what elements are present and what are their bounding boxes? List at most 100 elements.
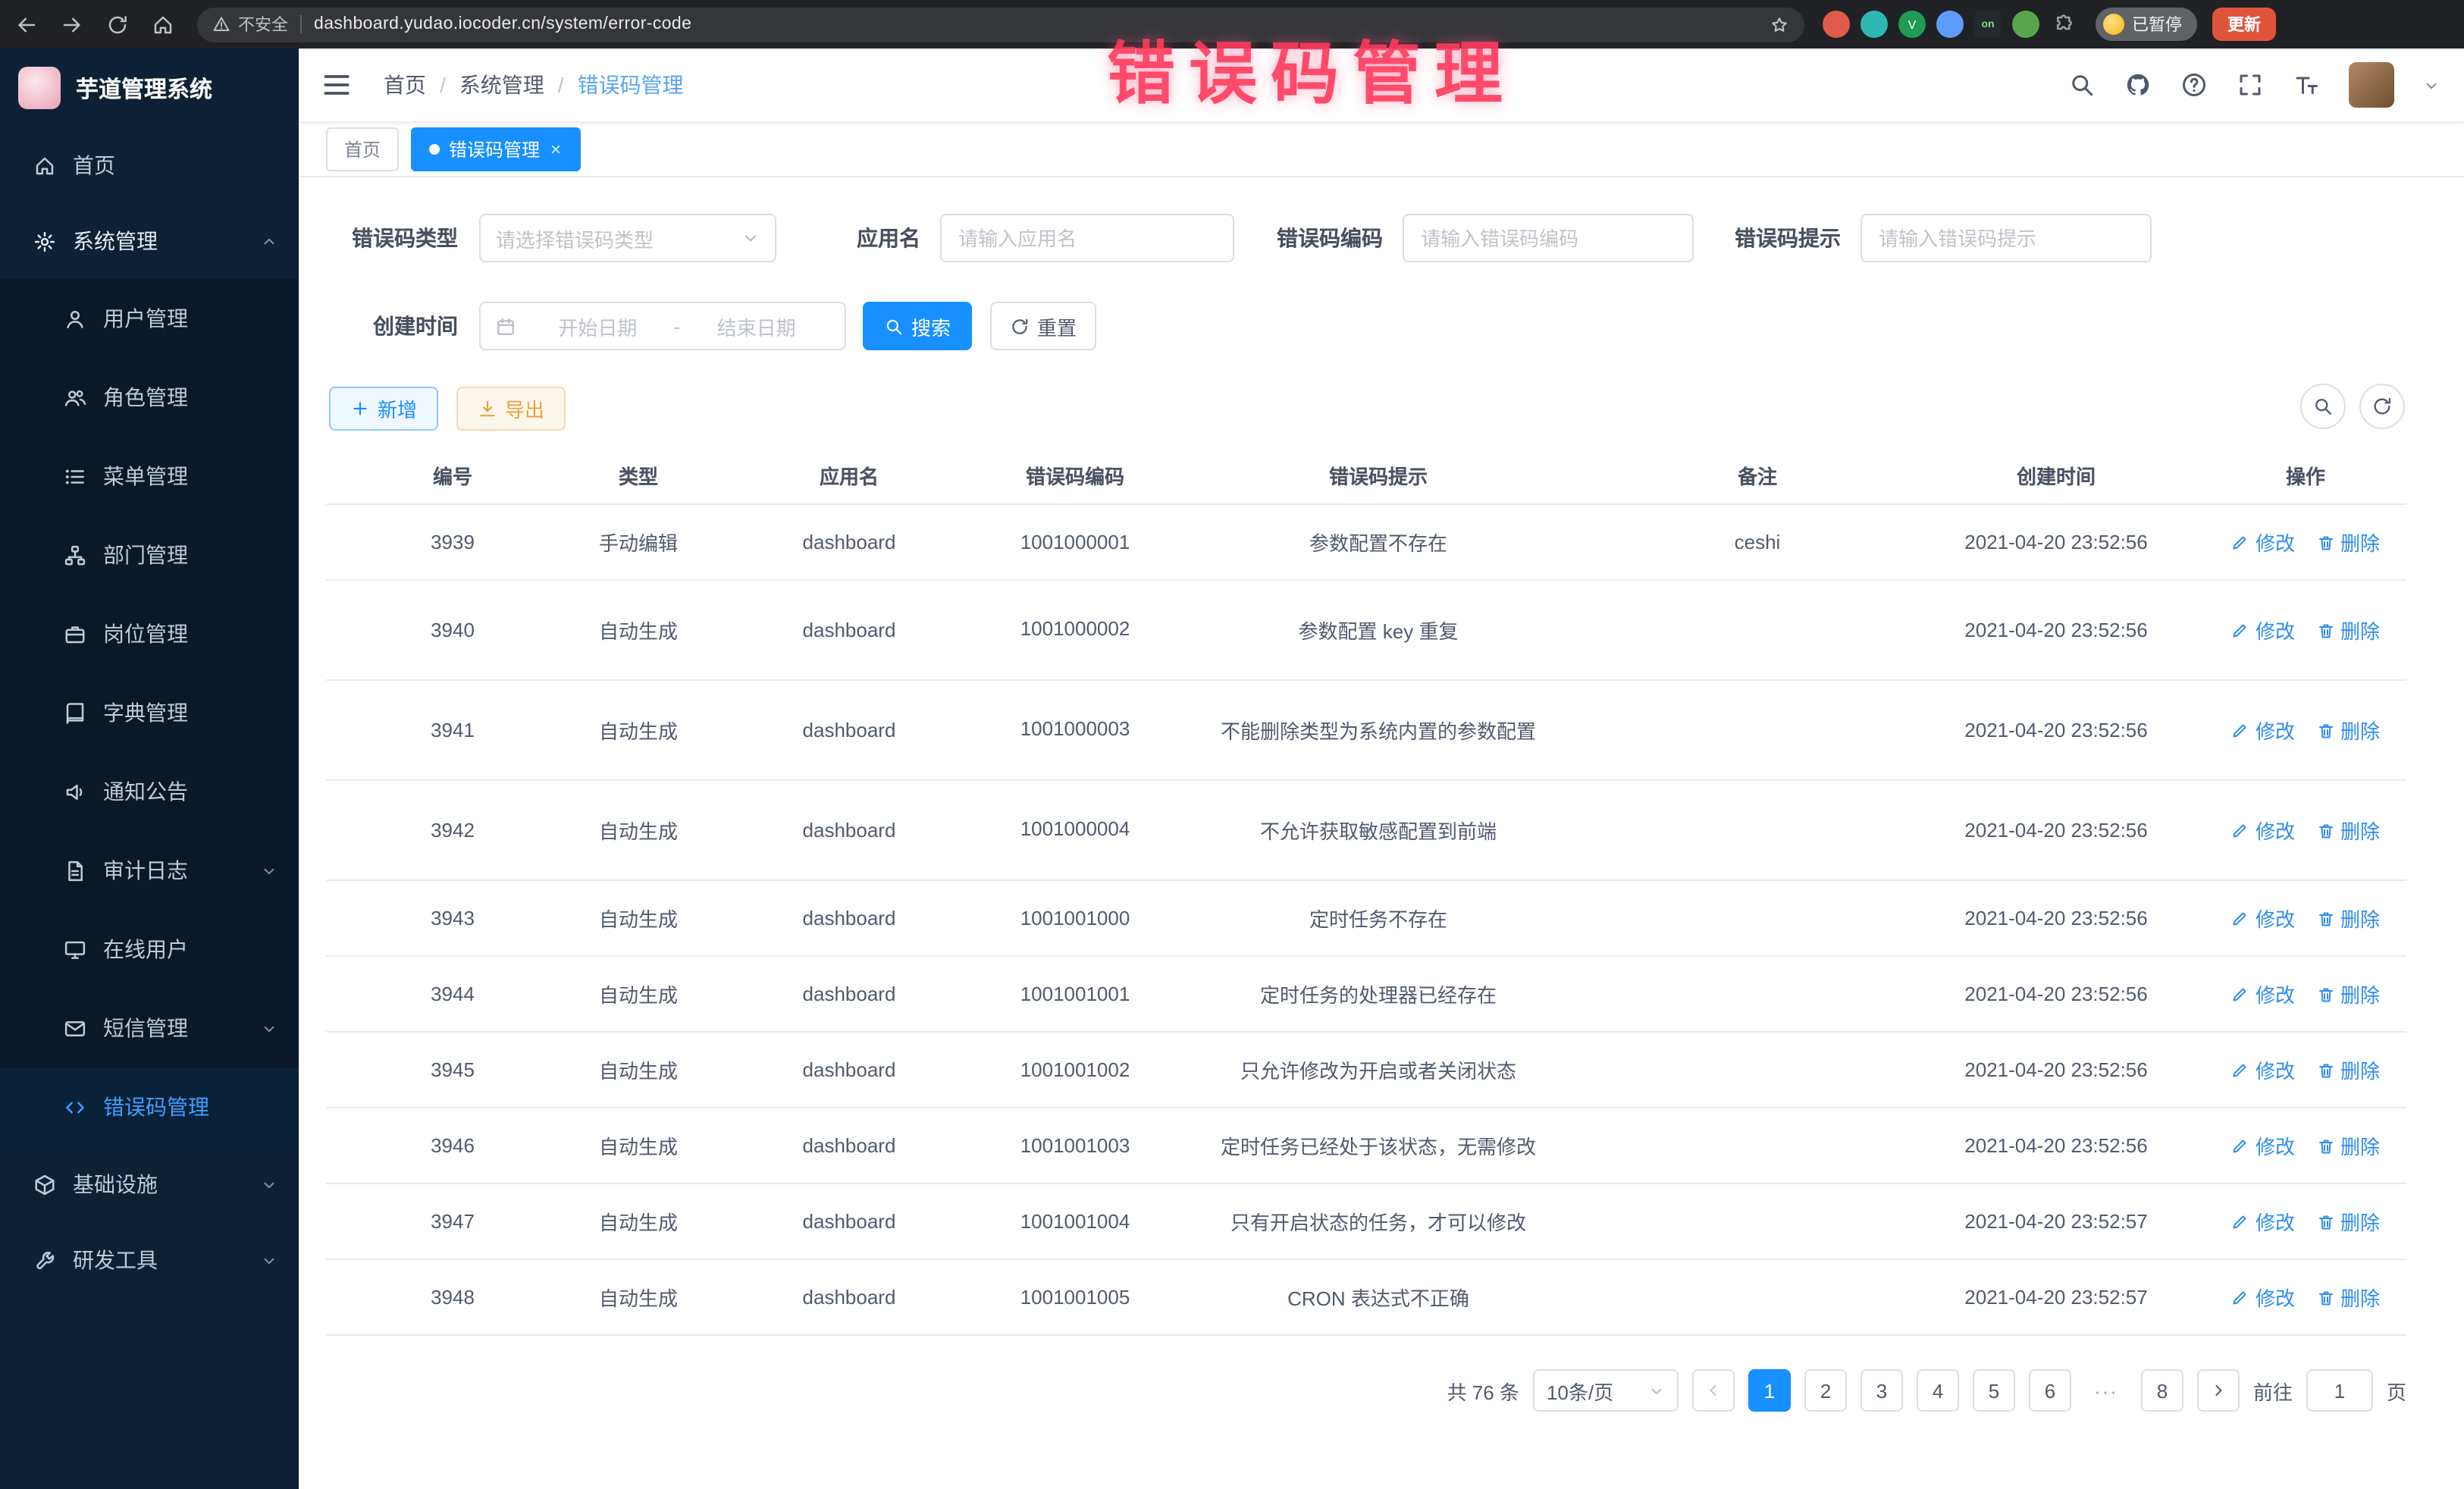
sidebar-item-roles[interactable]: 角色管理: [0, 358, 299, 437]
delete-link[interactable]: 删除: [2316, 528, 2380, 556]
tab-label: 错误码管理: [449, 136, 540, 162]
delete-link[interactable]: 删除: [2316, 1207, 2380, 1236]
edit-link[interactable]: 修改: [2231, 904, 2295, 933]
edit-link[interactable]: 修改: [2231, 816, 2295, 845]
extension-on-badge[interactable]: on: [1974, 11, 2002, 38]
edit-link[interactable]: 修改: [2231, 980, 2295, 1008]
browser-update-button[interactable]: 更新: [2212, 8, 2276, 41]
extension-green-icon[interactable]: V: [1898, 11, 1926, 38]
browser-back-icon[interactable]: [6, 5, 45, 44]
tab-home[interactable]: 首页: [326, 127, 399, 171]
sidebar-item-home[interactable]: 首页: [0, 127, 299, 203]
edit-link[interactable]: 修改: [2231, 528, 2295, 556]
tab-error-code[interactable]: 错误码管理: [411, 127, 581, 171]
pager-page-1[interactable]: 1: [1748, 1369, 1791, 1412]
next-page-button[interactable]: [2197, 1369, 2240, 1412]
help-icon[interactable]: [2180, 71, 2208, 99]
delete-link[interactable]: 删除: [2316, 980, 2380, 1008]
filter-date-range[interactable]: 开始日期 - 结束日期: [479, 302, 846, 350]
sidebar-item-error-code[interactable]: 错误码管理: [0, 1067, 299, 1146]
sidebar-item-dictionary[interactable]: 字典管理: [0, 673, 299, 752]
search-icon[interactable]: [2068, 71, 2096, 99]
collapse-menu-icon[interactable]: [320, 68, 353, 102]
user-icon: [64, 307, 86, 330]
extension-red-icon[interactable]: [1823, 11, 1850, 38]
cell-time: 2021-04-20 23:52:56: [1908, 680, 2205, 780]
cell-type: 自动生成: [579, 956, 698, 1032]
fullscreen-icon[interactable]: [2237, 71, 2264, 99]
pager-page-8[interactable]: 8: [2141, 1369, 2183, 1412]
sidebar-item-infrastructure[interactable]: 基础设施: [0, 1146, 299, 1222]
table-search-button[interactable]: [2300, 384, 2346, 429]
url-bar[interactable]: 不安全 dashboard.yudao.iocoder.cn/system/er…: [197, 7, 1804, 42]
cell-remark: [1607, 580, 1908, 680]
edit-link[interactable]: 修改: [2231, 1055, 2295, 1084]
delete-link[interactable]: 删除: [2316, 1131, 2380, 1160]
bookmark-star-icon[interactable]: [1770, 14, 1789, 34]
sidebar-item-menus[interactable]: 菜单管理: [0, 437, 299, 516]
delete-link[interactable]: 删除: [2316, 1055, 2380, 1084]
security-label: 不安全: [238, 12, 288, 36]
pager-page-2[interactable]: 2: [1804, 1369, 1847, 1412]
cell-time: 2021-04-20 23:52:56: [1908, 1108, 2205, 1183]
edit-link[interactable]: 修改: [2231, 1131, 2295, 1160]
prev-page-button[interactable]: [1692, 1369, 1735, 1412]
breadcrumb-home[interactable]: 首页: [384, 70, 426, 100]
extension-teal-icon[interactable]: [1861, 11, 1888, 38]
sidebar-item-online-users[interactable]: 在线用户: [0, 910, 299, 989]
page-size-select[interactable]: 10条/页: [1533, 1369, 1679, 1412]
pager-page-5[interactable]: 5: [1973, 1369, 2015, 1412]
browser-reload-icon[interactable]: [97, 5, 136, 44]
extension-leaf-icon[interactable]: [2012, 11, 2039, 38]
filter-app-input[interactable]: [940, 214, 1234, 262]
table-row: 3946自动生成dashboard1001001003定时任务已经处于该状态，无…: [326, 1108, 2406, 1183]
chevron-down-icon[interactable]: [2423, 77, 2440, 93]
cell-id: 3943: [326, 880, 579, 956]
sidebar-item-departments[interactable]: 部门管理: [0, 516, 299, 594]
sidebar-item-users[interactable]: 用户管理: [0, 279, 299, 358]
sidebar-item-posts[interactable]: 岗位管理: [0, 594, 299, 673]
edit-link[interactable]: 修改: [2231, 616, 2295, 644]
pager-page-4[interactable]: 4: [1917, 1369, 1959, 1412]
filter-code-input[interactable]: [1403, 214, 1694, 262]
font-size-icon[interactable]: [2293, 71, 2320, 99]
delete-link[interactable]: 删除: [2316, 616, 2380, 644]
delete-link[interactable]: 删除: [2316, 716, 2380, 744]
extension-blue-icon[interactable]: [1936, 11, 1964, 38]
reset-button[interactable]: 重置: [990, 302, 1096, 350]
delete-link[interactable]: 删除: [2316, 1283, 2380, 1312]
edit-link[interactable]: 修改: [2231, 1283, 2295, 1312]
column-header-code: 错误码编码: [1001, 446, 1149, 504]
delete-link[interactable]: 删除: [2316, 816, 2380, 845]
close-icon[interactable]: [549, 143, 563, 156]
cell-actions: 修改删除: [2205, 1183, 2406, 1259]
delete-link[interactable]: 删除: [2316, 904, 2380, 933]
pager-page-6[interactable]: 6: [2029, 1369, 2071, 1412]
filter-type-select[interactable]: 请选择错误码类型: [479, 214, 776, 262]
sidebar-item-system[interactable]: 系统管理: [0, 203, 299, 279]
sidebar-item-dev-tools[interactable]: 研发工具: [0, 1222, 299, 1298]
github-icon[interactable]: [2124, 71, 2152, 99]
sidebar-item-sms[interactable]: 短信管理: [0, 989, 299, 1067]
browser-forward-icon[interactable]: [52, 5, 91, 44]
column-header-time: 创建时间: [1908, 446, 2205, 504]
export-button[interactable]: 导出: [456, 387, 566, 431]
breadcrumb-system[interactable]: 系统管理: [459, 70, 544, 100]
goto-page-input[interactable]: [2306, 1369, 2373, 1412]
user-avatar[interactable]: [2349, 62, 2394, 108]
search-button[interactable]: 搜索: [863, 302, 972, 350]
pager-page-3[interactable]: 3: [1861, 1369, 1903, 1412]
sidebar-item-audit-log[interactable]: 审计日志: [0, 831, 299, 910]
edit-link[interactable]: 修改: [2231, 716, 2295, 744]
add-button[interactable]: 新增: [329, 387, 438, 431]
paused-badge[interactable]: 已暂停: [2096, 8, 2197, 41]
cell-code: 1001001001: [1001, 956, 1149, 1032]
edit-link[interactable]: 修改: [2231, 1207, 2295, 1236]
extensions-puzzle-icon[interactable]: [2050, 11, 2077, 38]
browser-home-icon[interactable]: [143, 5, 182, 44]
cell-app: dashboard: [698, 580, 1001, 680]
table-refresh-button[interactable]: [2359, 384, 2405, 429]
pager-ellipsis[interactable]: ···: [2085, 1369, 2127, 1412]
filter-hint-input[interactable]: [1861, 214, 2152, 262]
sidebar-item-notice[interactable]: 通知公告: [0, 752, 299, 831]
